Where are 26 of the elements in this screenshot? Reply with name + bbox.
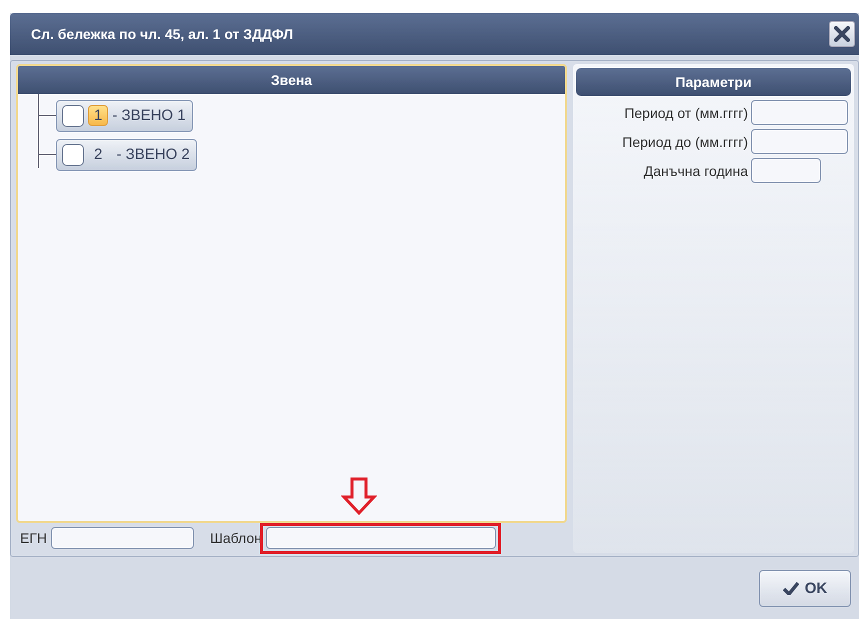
field-label: Период до (мм.гггг) xyxy=(621,134,748,150)
checkbox[interactable] xyxy=(62,144,84,166)
input-field[interactable] xyxy=(266,527,496,549)
down-arrow-icon xyxy=(340,477,377,515)
field-label: ЕГН xyxy=(20,530,48,546)
item-number: 1 xyxy=(88,105,108,126)
close-icon xyxy=(833,25,851,43)
window-title: Сл. бележка по чл. 45, ал. 1 от ЗДДФЛ xyxy=(31,26,294,42)
input-field[interactable] xyxy=(51,527,194,549)
ok-button[interactable]: OK xyxy=(759,570,851,606)
input-field[interactable] xyxy=(751,100,848,125)
checkbox[interactable] xyxy=(62,104,84,126)
tree-item[interactable]: 1 - ЗВЕНО 1 xyxy=(56,100,193,132)
input-field[interactable] xyxy=(751,129,848,154)
input-field[interactable] xyxy=(751,158,821,183)
item-label: - ЗВЕНО 1 xyxy=(112,107,186,124)
field-label: Период от (мм.гггг) xyxy=(623,104,748,120)
panel-header: Параметри xyxy=(576,68,851,96)
item-number: 2 xyxy=(93,145,104,165)
item-label: - ЗВЕНО 2 xyxy=(116,146,190,163)
field-label: Данъчна година xyxy=(642,162,748,178)
tree-item[interactable]: 2 - ЗВЕНО 2 xyxy=(56,138,197,170)
panel-header: Звена xyxy=(18,66,565,94)
check-icon xyxy=(782,581,799,595)
close-button[interactable] xyxy=(829,21,855,47)
field-label: Шаблон xyxy=(210,530,262,546)
